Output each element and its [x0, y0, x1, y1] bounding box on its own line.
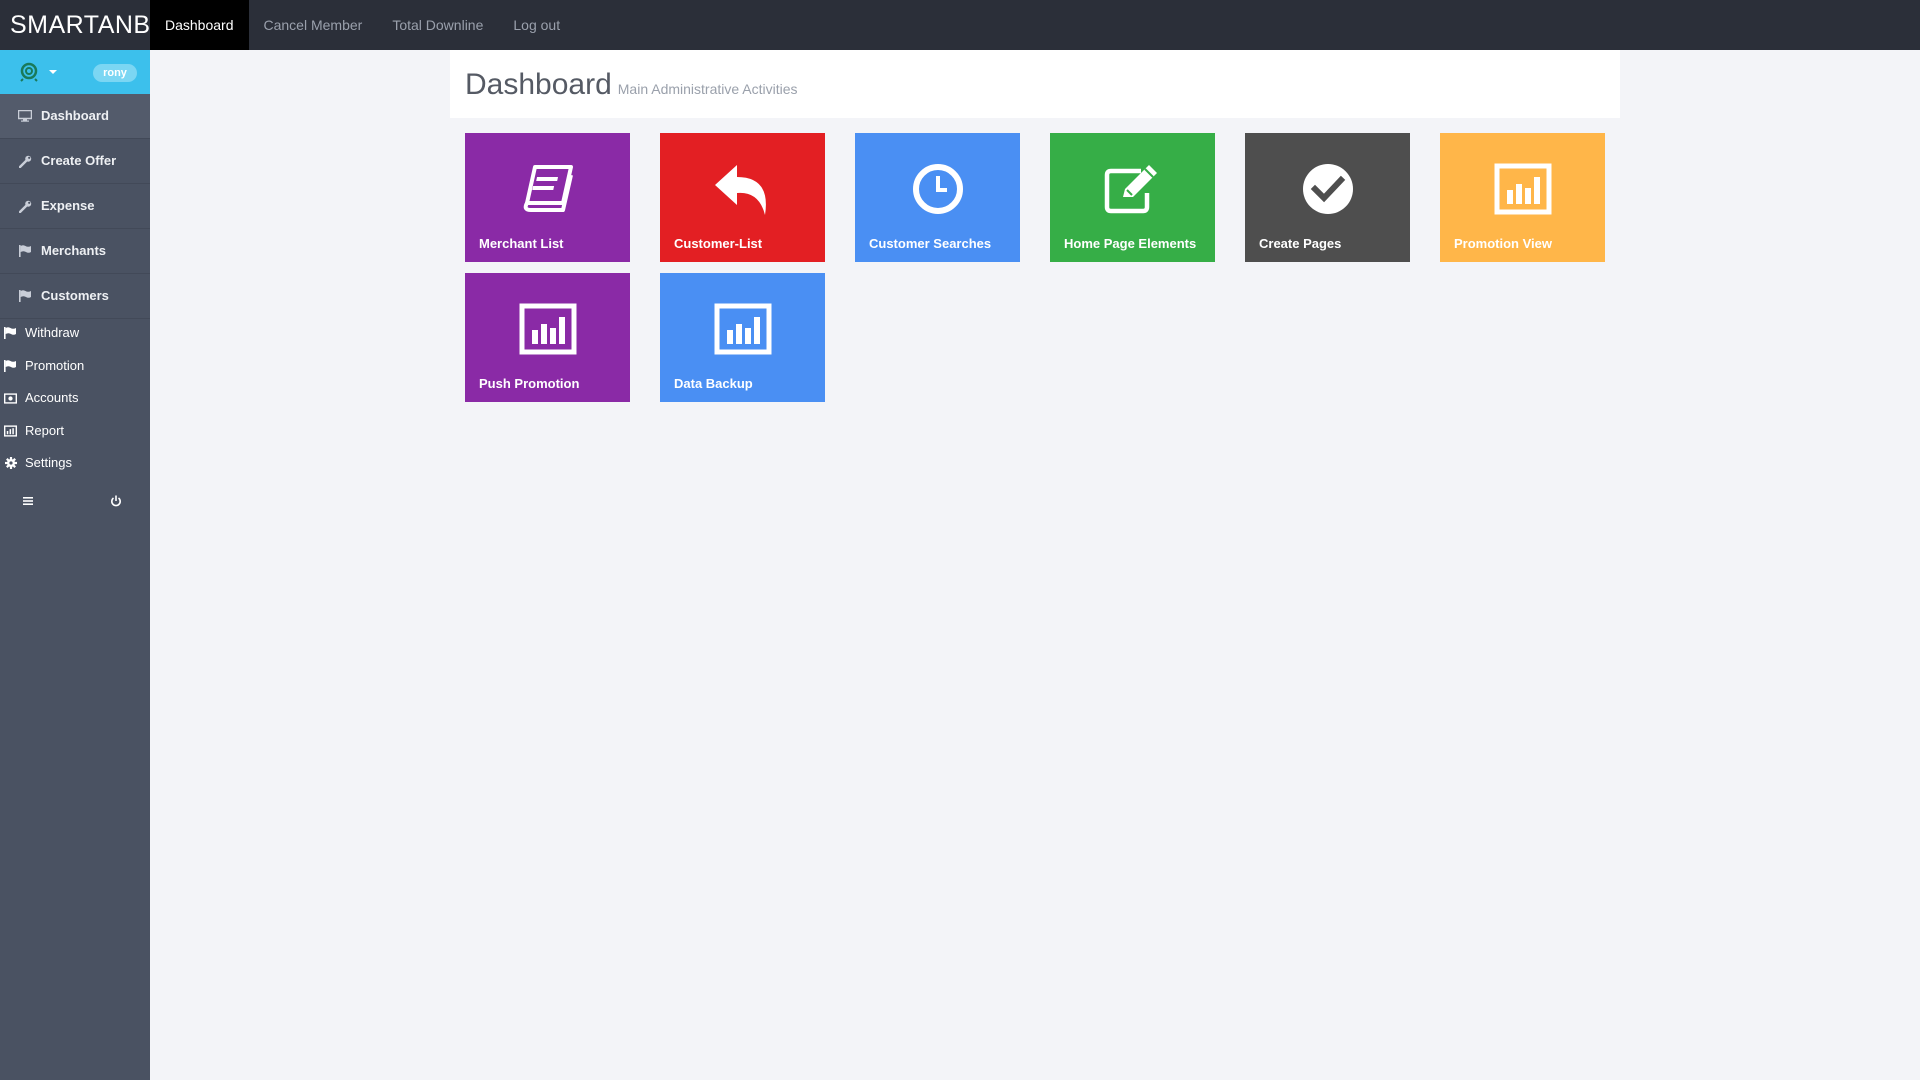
tile-label: Data Backup	[674, 376, 753, 391]
sidebar-item-promotion[interactable]: Promotion	[0, 350, 150, 383]
top-navbar: SMARTANB Dashboard Cancel Member Total D…	[0, 0, 1920, 50]
bar-chart-icon	[660, 303, 825, 359]
sidebar-item-accounts[interactable]: Accounts	[0, 382, 150, 415]
flag-icon	[4, 327, 17, 340]
tile-label: Push Promotion	[479, 376, 580, 391]
sidebar-item-label: Promotion	[25, 357, 85, 373]
page-header: Dashboard Main Administrative Activities	[450, 50, 1620, 118]
sidebar-item-label: Settings	[25, 455, 72, 471]
sidebar-item-label: Accounts	[25, 390, 79, 406]
sidebar-item-settings[interactable]: Settings	[0, 447, 150, 480]
sidebar-item-create-offer[interactable]: Create Offer	[0, 139, 150, 184]
sidebar-item-customers[interactable]: Customers	[0, 274, 150, 319]
user-logo-icon[interactable]	[18, 62, 40, 82]
sidebar-item-merchants[interactable]: Merchants	[0, 229, 150, 274]
sidebar-item-label: Customers	[41, 288, 109, 303]
flag-icon	[18, 289, 32, 303]
sidebar: rony Dashboard Create Offer Expense Merc…	[0, 50, 150, 1080]
check-circle-icon	[1245, 163, 1410, 219]
wrench-icon	[18, 199, 32, 213]
tile-home-page-elements[interactable]: Home Page Elements	[1050, 133, 1215, 262]
tile-label: Promotion View	[1454, 236, 1552, 251]
topnav-log-out[interactable]: Log out	[498, 0, 575, 50]
sidebar-item-withdraw[interactable]: Withdraw	[0, 317, 150, 350]
sidebar-item-dashboard[interactable]: Dashboard	[0, 94, 150, 139]
money-icon	[4, 392, 17, 405]
flag-icon	[18, 244, 32, 258]
sidebar-item-label: Withdraw	[25, 325, 80, 341]
monitor-icon	[18, 109, 32, 123]
tile-promotion-view[interactable]: Promotion View	[1440, 133, 1605, 262]
page-title: Dashboard Main Administrative Activities	[465, 68, 798, 102]
sidebar-main-menu: Dashboard Create Offer Expense Merchants…	[0, 94, 150, 319]
sidebar-item-label: Merchants	[41, 243, 107, 258]
user-box: rony	[0, 50, 150, 94]
sidebar-secondary-menu: Withdraw Promotion Accounts Report Setti…	[0, 317, 150, 480]
tile-customer-searches[interactable]: Customer Searches	[855, 133, 1020, 262]
sidebar-item-report[interactable]: Report	[0, 415, 150, 448]
edit-icon	[1050, 163, 1215, 219]
tile-label: Merchant List	[479, 236, 564, 251]
sidebar-item-label: Expense	[41, 198, 95, 213]
bar-chart-icon	[4, 424, 17, 437]
tile-label: Customer-List	[674, 236, 763, 251]
tile-push-promotion[interactable]: Push Promotion	[465, 273, 630, 402]
flag-icon	[4, 359, 17, 372]
gear-icon	[4, 457, 17, 470]
page-title-text: Dashboard	[465, 68, 612, 101]
clock-icon	[855, 163, 1020, 219]
power-icon[interactable]	[110, 495, 122, 507]
sidebar-item-label: Create Offer	[41, 153, 117, 168]
top-nav: Dashboard Cancel Member Total Downline L…	[150, 0, 575, 50]
tile-data-backup[interactable]: Data Backup	[660, 273, 825, 402]
sidebar-item-label: Report	[25, 422, 65, 438]
tile-create-pages[interactable]: Create Pages	[1245, 133, 1410, 262]
tile-merchant-list[interactable]: Merchant List	[465, 133, 630, 262]
tile-label: Customer Searches	[869, 236, 992, 251]
sidebar-item-label: Dashboard	[41, 108, 109, 123]
reply-icon	[660, 163, 825, 219]
brand-logo[interactable]: SMARTANB	[10, 0, 151, 50]
hamburger-menu-icon[interactable]	[23, 496, 33, 506]
bar-chart-icon	[465, 303, 630, 359]
user-dropdown-caret-icon[interactable]	[49, 70, 57, 74]
topnav-cancel-member[interactable]: Cancel Member	[249, 0, 378, 50]
tile-customer-list[interactable]: Customer-List	[660, 133, 825, 262]
tile-label: Create Pages	[1259, 236, 1342, 251]
bar-chart-icon	[1440, 163, 1605, 219]
wrench-icon	[18, 154, 32, 168]
book-icon	[465, 163, 630, 219]
tile-label: Home Page Elements	[1064, 236, 1197, 251]
user-name-badge[interactable]: rony	[93, 64, 137, 82]
page-subtitle: Main Administrative Activities	[617, 81, 798, 97]
topnav-dashboard[interactable]: Dashboard	[150, 0, 249, 50]
topnav-total-downline[interactable]: Total Downline	[377, 0, 498, 50]
sidebar-footer	[0, 490, 150, 514]
sidebar-item-expense[interactable]: Expense	[0, 184, 150, 229]
